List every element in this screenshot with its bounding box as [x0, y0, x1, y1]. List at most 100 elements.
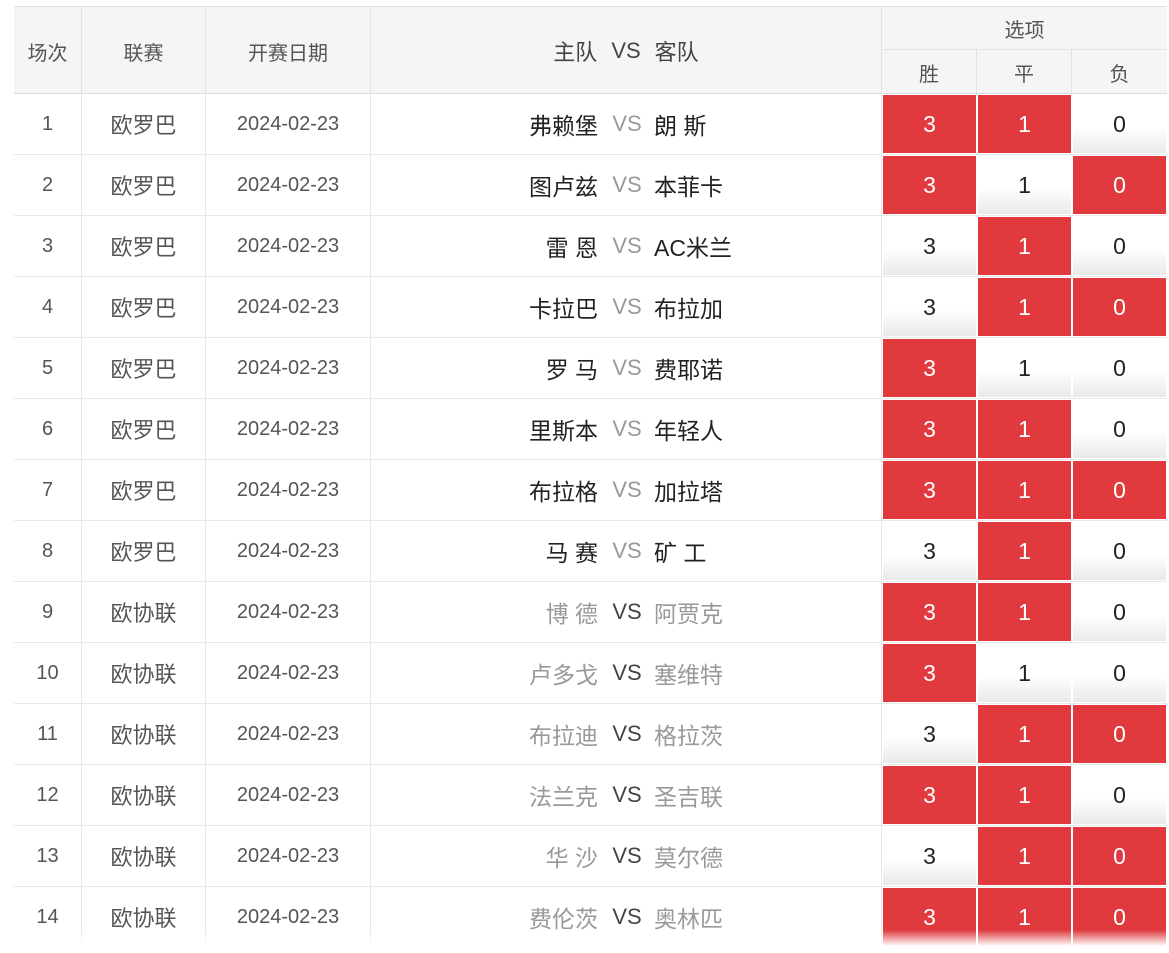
table-row: 4 欧罗巴 2024-02-23 卡拉巴 VS 布拉加 3 1 0 [14, 277, 1167, 338]
row-match: 卡拉巴 VS 布拉加 [371, 277, 882, 337]
row-match: 里斯本 VS 年轻人 [371, 399, 882, 459]
option-win-button[interactable]: 3 [883, 766, 976, 824]
option-draw-button[interactable]: 1 [978, 583, 1071, 641]
away-team: 格拉茨 [654, 723, 723, 749]
option-lose-button[interactable]: 0 [1073, 156, 1166, 214]
away-team: 布拉加 [654, 296, 723, 322]
vs-label: VS [612, 233, 642, 258]
row-league: 欧协联 [82, 765, 206, 825]
vs-label: VS [612, 294, 642, 319]
away-team: 费耶诺 [654, 357, 723, 383]
header-opt-win: 胜 [882, 50, 977, 95]
option-lose-button[interactable]: 0 [1073, 766, 1166, 824]
away-team: AC米兰 [654, 235, 732, 261]
table-row: 10 欧协联 2024-02-23 卢多戈 VS 塞维特 3 1 0 [14, 643, 1167, 704]
vs-label: VS [612, 416, 642, 441]
row-league: 欧罗巴 [82, 521, 206, 581]
vs-label: VS [612, 599, 642, 624]
option-win-button[interactable]: 3 [883, 278, 976, 336]
option-lose-button[interactable]: 0 [1073, 644, 1166, 702]
option-win-button[interactable]: 3 [883, 522, 976, 580]
option-lose-button[interactable]: 0 [1073, 339, 1166, 397]
row-match: 布拉格 VS 加拉塔 [371, 460, 882, 520]
away-team: 年轻人 [654, 418, 723, 444]
vs-label: VS [612, 721, 642, 746]
row-league: 欧协联 [82, 826, 206, 886]
row-index: 13 [14, 826, 82, 886]
away-team: 阿贾克 [654, 601, 723, 627]
away-team: 本菲卡 [654, 174, 723, 200]
home-team: 卢多戈 [529, 662, 598, 688]
home-team: 博 德 [545, 601, 598, 627]
table-row: 7 欧罗巴 2024-02-23 布拉格 VS 加拉塔 3 1 0 [14, 460, 1167, 521]
option-lose-button[interactable]: 0 [1073, 278, 1166, 336]
home-team: 里斯本 [529, 418, 598, 444]
header-opt-draw: 平 [977, 50, 1072, 95]
option-draw-button[interactable]: 1 [978, 522, 1071, 580]
table-row: 2 欧罗巴 2024-02-23 图卢兹 VS 本菲卡 3 1 0 [14, 155, 1167, 216]
row-date: 2024-02-23 [206, 704, 371, 764]
table-row: 12 欧协联 2024-02-23 法兰克 VS 圣吉联 3 1 0 [14, 765, 1167, 826]
vs-label: VS [612, 477, 642, 502]
option-lose-button[interactable]: 0 [1073, 217, 1166, 275]
option-lose-button[interactable]: 0 [1073, 522, 1166, 580]
option-draw-button[interactable]: 1 [978, 217, 1071, 275]
away-team: 朗 斯 [654, 113, 707, 139]
row-match: 华 沙 VS 莫尔德 [371, 826, 882, 886]
option-draw-button[interactable]: 1 [978, 156, 1071, 214]
option-lose-button[interactable]: 0 [1073, 583, 1166, 641]
row-match: 罗 马 VS 费耶诺 [371, 338, 882, 398]
table-row: 5 欧罗巴 2024-02-23 罗 马 VS 费耶诺 3 1 0 [14, 338, 1167, 399]
header-match: 主队 VS 客队 [371, 7, 882, 95]
vs-label: VS [612, 782, 642, 807]
row-index: 10 [14, 643, 82, 703]
option-draw-button[interactable]: 1 [978, 461, 1071, 519]
option-draw-button[interactable]: 1 [978, 95, 1071, 153]
option-lose-button[interactable]: 0 [1073, 827, 1166, 885]
option-draw-button[interactable]: 1 [978, 705, 1071, 763]
row-index: 6 [14, 399, 82, 459]
option-draw-button[interactable]: 1 [978, 644, 1071, 702]
option-win-button[interactable]: 3 [883, 339, 976, 397]
home-team: 华 沙 [545, 845, 598, 871]
option-win-button[interactable]: 3 [883, 705, 976, 763]
option-win-button[interactable]: 3 [883, 583, 976, 641]
away-team: 圣吉联 [654, 784, 723, 810]
option-lose-button[interactable]: 0 [1073, 95, 1166, 153]
table-row: 9 欧协联 2024-02-23 博 德 VS 阿贾克 3 1 0 [14, 582, 1167, 643]
vs-label: VS [612, 355, 642, 380]
table-row: 3 欧罗巴 2024-02-23 雷 恩 VS AC米兰 3 1 0 [14, 216, 1167, 277]
option-lose-button[interactable]: 0 [1073, 705, 1166, 763]
option-lose-button[interactable]: 0 [1073, 461, 1166, 519]
option-draw-button[interactable]: 1 [978, 766, 1071, 824]
row-date: 2024-02-23 [206, 399, 371, 459]
option-win-button[interactable]: 3 [883, 400, 976, 458]
option-draw-button[interactable]: 1 [978, 339, 1071, 397]
away-team: 加拉塔 [654, 479, 723, 505]
option-draw-button[interactable]: 1 [978, 278, 1071, 336]
option-win-button[interactable]: 3 [883, 95, 976, 153]
row-league: 欧罗巴 [82, 277, 206, 337]
row-match: 图卢兹 VS 本菲卡 [371, 155, 882, 215]
row-date: 2024-02-23 [206, 582, 371, 642]
option-win-button[interactable]: 3 [883, 217, 976, 275]
option-draw-button[interactable]: 1 [978, 400, 1071, 458]
home-team: 罗 马 [545, 357, 598, 383]
row-match: 法兰克 VS 圣吉联 [371, 765, 882, 825]
row-match: 布拉迪 VS 格拉茨 [371, 704, 882, 764]
row-date: 2024-02-23 [206, 460, 371, 520]
vs-label: VS [612, 538, 642, 563]
home-team: 法兰克 [529, 784, 598, 810]
vs-label: VS [612, 843, 642, 868]
row-index: 4 [14, 277, 82, 337]
option-lose-button[interactable]: 0 [1073, 400, 1166, 458]
row-date: 2024-02-23 [206, 643, 371, 703]
row-index: 2 [14, 155, 82, 215]
row-match: 马 赛 VS 矿 工 [371, 521, 882, 581]
option-win-button[interactable]: 3 [883, 156, 976, 214]
option-win-button[interactable]: 3 [883, 461, 976, 519]
option-win-button[interactable]: 3 [883, 827, 976, 885]
row-league: 欧罗巴 [82, 338, 206, 398]
option-draw-button[interactable]: 1 [978, 827, 1071, 885]
option-win-button[interactable]: 3 [883, 644, 976, 702]
